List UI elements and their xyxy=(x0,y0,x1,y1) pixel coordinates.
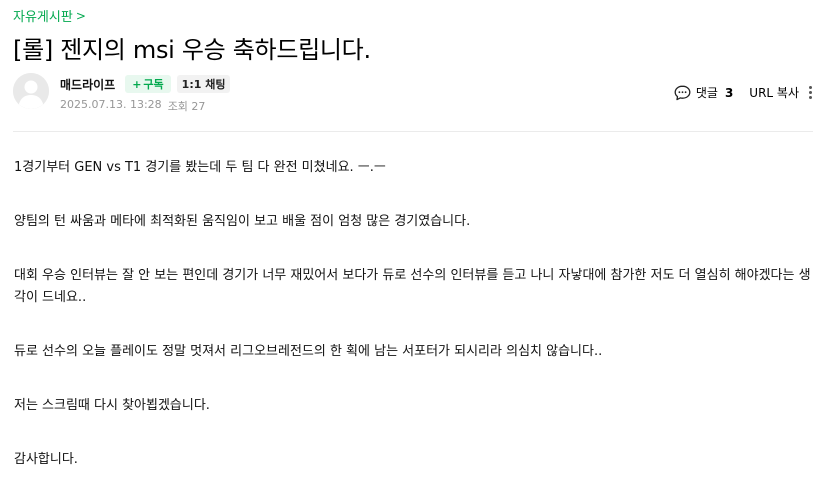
body-paragraph: 감사합니다. xyxy=(14,452,78,467)
url-copy-button[interactable]: URL 복사 xyxy=(749,84,799,101)
post-date: 2025.07.13. 13:28 xyxy=(60,98,162,111)
body-paragraph: 듀로 선수의 오늘 플레이도 정말 멋져서 리그오브레전드의 한 획에 남는 서… xyxy=(14,344,603,359)
body-paragraph: 양팀의 턴 싸움과 메타에 최적화된 움직임이 보고 배울 점이 엄청 많은 경… xyxy=(14,214,471,229)
post-meta: 2025.07.13. 13:28 조회 27 xyxy=(60,98,205,114)
chat-button[interactable]: 1:1 채팅 xyxy=(176,75,231,93)
header-divider xyxy=(13,131,813,132)
subscribe-label: 구독 xyxy=(143,78,164,91)
comment-bubble-icon xyxy=(674,85,691,100)
body-paragraph: 1경기부터 GEN vs T1 경기를 봤는데 두 팀 다 완전 미쳤네요. ㅡ… xyxy=(14,160,386,175)
author-row: 매드라이프 + 구독 1:1 채팅 xyxy=(60,75,231,93)
board-name[interactable]: 자유게시판 xyxy=(13,6,73,25)
chevron-right-icon: > xyxy=(75,8,86,23)
default-avatar-icon xyxy=(13,73,49,109)
body-paragraph: 저는 스크림때 다시 찾아뵙겠습니다. xyxy=(14,398,210,413)
more-options-icon[interactable] xyxy=(807,86,813,99)
view-count: 조회 27 xyxy=(167,100,206,113)
subscribe-button[interactable]: + 구독 xyxy=(125,75,171,93)
post-title: [롤] 젠지의 msi 우승 축하드립니다. xyxy=(13,36,371,64)
body-paragraph: 대회 우승 인터뷰는 잘 안 보는 편인데 경기가 너무 재밌어서 보다가 듀로… xyxy=(14,268,811,305)
post-tools: 댓글 3 URL 복사 xyxy=(674,84,813,101)
comment-count: 3 xyxy=(724,85,734,100)
author-name[interactable]: 매드라이프 xyxy=(60,76,115,93)
comment-button[interactable]: 댓글 3 xyxy=(674,84,733,101)
avatar[interactable] xyxy=(13,73,49,109)
plus-icon: + xyxy=(132,77,142,91)
comment-label: 댓글 xyxy=(695,86,718,100)
post-body: 1경기부터 GEN vs T1 경기를 봤는데 두 팀 다 완전 미쳤네요. ㅡ… xyxy=(14,157,814,471)
board-breadcrumb-link[interactable]: 자유게시판 > xyxy=(13,6,86,26)
